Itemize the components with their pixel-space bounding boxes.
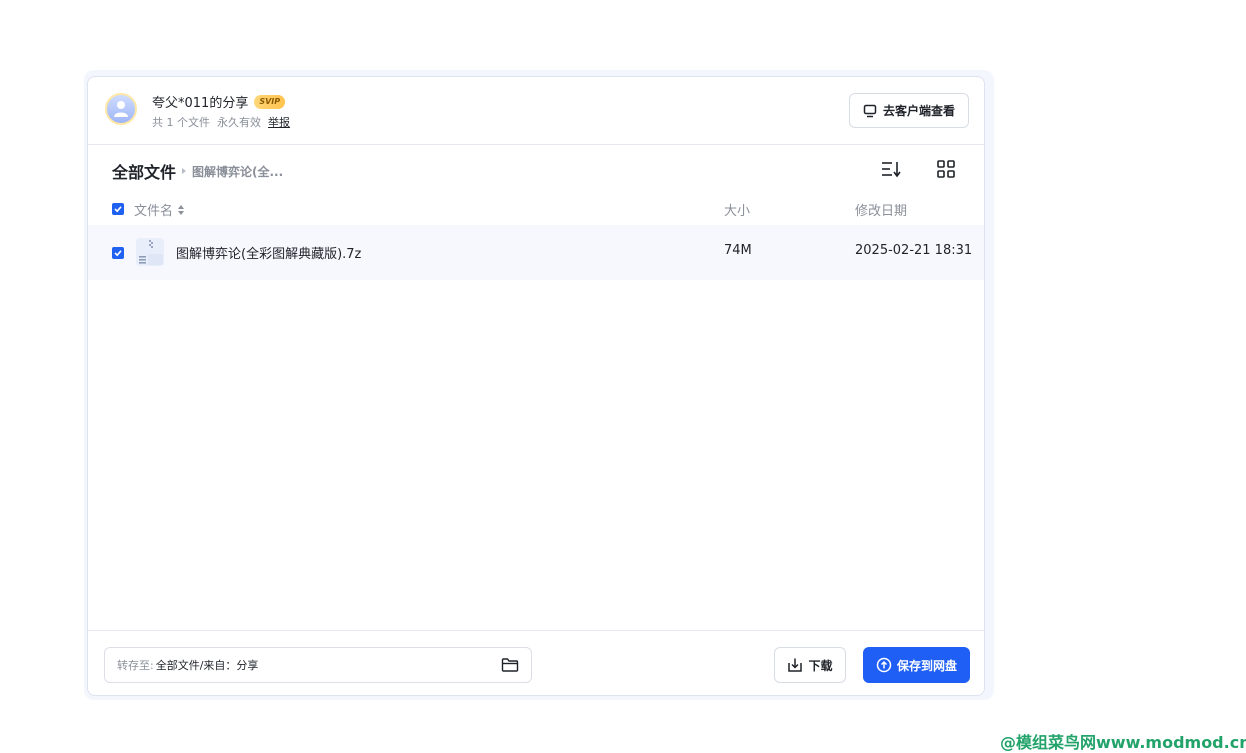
open-in-client-button[interactable]: 去客户端查看 [849, 93, 969, 128]
save-to-drive-button[interactable]: 保存到网盘 [863, 647, 970, 683]
destination-path: 全部文件/来自：分享 [155, 659, 259, 672]
vip-badge: SVIP [254, 94, 286, 109]
folder-icon [501, 658, 519, 672]
user-icon [114, 101, 128, 117]
table-row[interactable]: 图解博弈论(全彩图解典藏版).7z 74M 2025-02-21 18:31 [88, 225, 984, 280]
share-panel: 夸父*011的分享 SVIP 共 1 个文件 永久有效 举报 去客户端查看 全部… [87, 76, 985, 696]
file-date: 2025-02-21 18:31 [855, 243, 973, 258]
share-meta: 共 1 个文件 永久有效 举报 [152, 114, 290, 130]
column-name[interactable]: 文件名 [134, 200, 185, 219]
breadcrumb-root[interactable]: 全部文件 [112, 159, 176, 183]
file-name[interactable]: 图解博弈论(全彩图解典藏版).7z [176, 243, 361, 262]
grid-icon [937, 160, 955, 178]
share-header: 夸父*011的分享 SVIP 共 1 个文件 永久有效 举报 去客户端查看 [88, 77, 984, 145]
footer-bar: 转存至: 全部文件/来自：分享 下载 保存到网盘 [88, 630, 984, 695]
avatar [105, 93, 137, 125]
sort-arrows-icon [178, 204, 185, 215]
column-date: 修改日期 [855, 204, 908, 219]
open-in-client-label: 去客户端查看 [882, 104, 955, 118]
cloud-upload-icon [876, 657, 892, 673]
save-to-drive-label: 保存到网盘 [896, 658, 957, 673]
sort-icon [882, 162, 901, 178]
breadcrumb-current: 图解博弈论(全... [192, 164, 284, 179]
select-all-checkbox[interactable] [112, 203, 124, 215]
row-checkbox[interactable] [112, 247, 124, 259]
check-icon [114, 250, 122, 257]
file-count: 共 1 个文件 [152, 116, 210, 129]
monitor-icon [863, 104, 877, 117]
destination-label: 转存至: [117, 659, 154, 672]
file-list-header: 文件名 大小 修改日期 [88, 195, 984, 223]
share-title: 夸父*011的分享 [152, 96, 249, 111]
download-button[interactable]: 下载 [774, 647, 846, 683]
archive-file-icon [135, 237, 165, 267]
file-size: 74M [724, 243, 752, 258]
download-icon [788, 658, 803, 672]
save-destination-selector[interactable]: 转存至: 全部文件/来自：分享 [104, 647, 532, 683]
check-icon [114, 206, 122, 213]
chevron-right-icon [182, 168, 187, 174]
grid-view-button[interactable] [936, 159, 956, 179]
column-size: 大小 [724, 204, 751, 219]
column-name-label: 文件名 [134, 204, 174, 219]
share-title-row: 夸父*011的分享 SVIP [152, 92, 286, 111]
report-link[interactable]: 举报 [268, 114, 290, 130]
sort-button[interactable] [880, 159, 902, 179]
site-watermark: @模组菜鸟网www.modmod.cn [1000, 733, 1246, 752]
breadcrumb: 全部文件 图解博弈论(全... [112, 159, 283, 183]
validity: 永久有效 [217, 116, 261, 129]
download-label: 下载 [808, 658, 833, 673]
